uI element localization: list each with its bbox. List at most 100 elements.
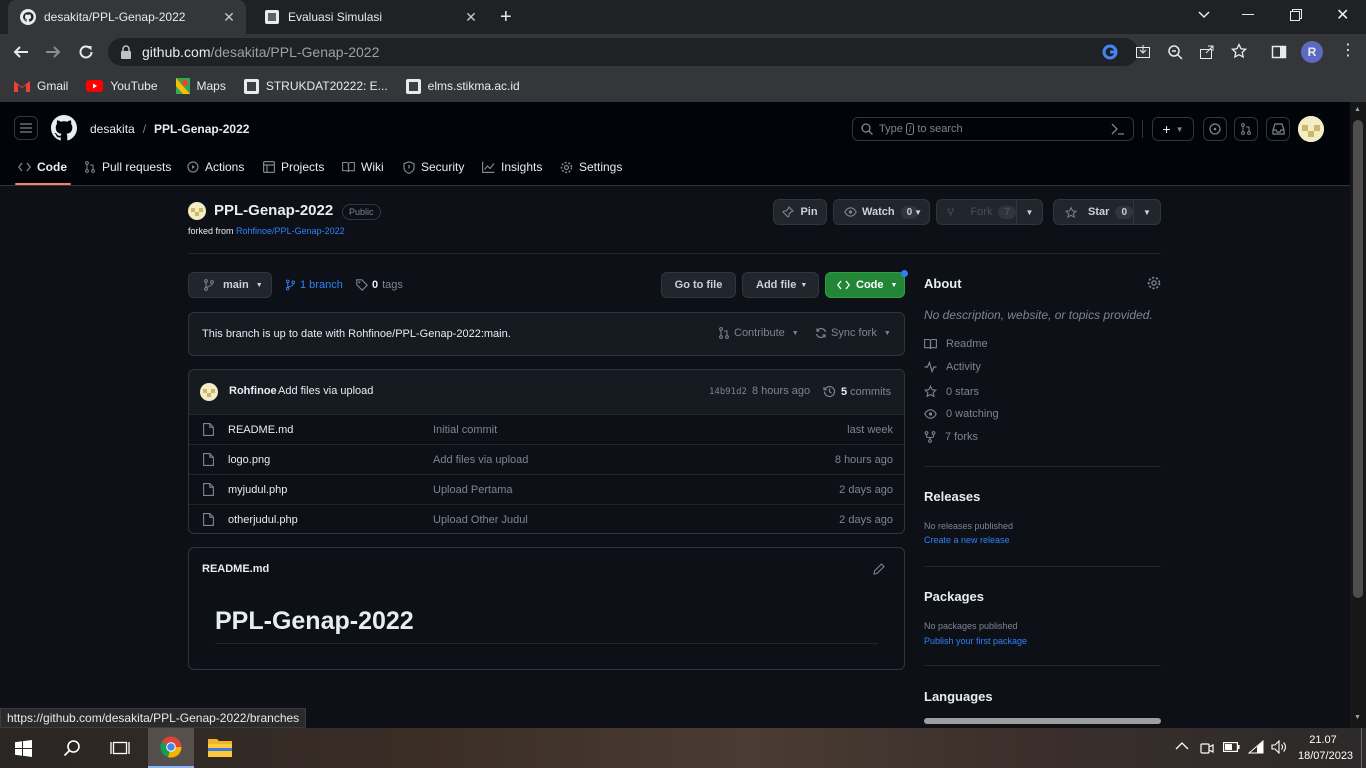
tab-pull-requests[interactable]: Pull requests	[84, 152, 171, 182]
tab-security[interactable]: Security	[403, 152, 464, 182]
inbox-icon[interactable]	[1266, 117, 1290, 141]
user-avatar[interactable]	[1298, 116, 1324, 142]
tab-actions[interactable]: Actions	[187, 152, 244, 182]
about-readme-link[interactable]: Readme	[924, 338, 988, 350]
publish-package-link[interactable]: Publish your first package	[924, 636, 1027, 646]
table-row[interactable]: README.md Initial commit last week	[189, 414, 904, 444]
file-name[interactable]: myjudul.php	[228, 484, 287, 496]
tab-settings[interactable]: Settings	[560, 152, 622, 182]
browser-tab[interactable]: Evaluasi Simulasi ✕	[252, 0, 488, 34]
share-icon[interactable]	[1199, 44, 1215, 60]
show-hidden-icons-icon[interactable]	[1175, 741, 1189, 751]
commit-author-avatar[interactable]	[200, 383, 218, 401]
forked-from-link[interactable]: Rohfinoe/PPL-Genap-2022	[236, 226, 345, 236]
file-name[interactable]: logo.png	[228, 454, 270, 466]
about-activity-link[interactable]: Activity	[924, 361, 981, 373]
star-button[interactable]: Star 0	[1053, 199, 1134, 225]
tab-insights[interactable]: Insights	[482, 152, 542, 182]
commit-sha[interactable]: 14b91d2	[709, 387, 747, 397]
tags-link[interactable]: 0 tags	[356, 279, 403, 291]
go-to-file-button[interactable]: Go to file	[661, 272, 736, 298]
create-new-button[interactable]: + ▼	[1152, 117, 1194, 141]
bookmark-star-icon[interactable]	[1231, 43, 1247, 59]
repo-title[interactable]: PPL-Genap-2022	[214, 202, 333, 219]
tab-search-icon[interactable]	[1196, 6, 1212, 22]
windows-start-icon[interactable]	[15, 740, 32, 757]
commit-author[interactable]: Rohfinoe	[229, 385, 277, 397]
watch-button[interactable]: Watch 0 ▼	[833, 199, 930, 225]
bookmark-elms[interactable]: elms.stikma.ac.id	[405, 78, 520, 94]
file-explorer-icon[interactable]	[208, 737, 232, 757]
breadcrumb-owner[interactable]: desakita	[90, 122, 135, 136]
table-row[interactable]: logo.png Add files via upload 8 hours ag…	[189, 444, 904, 474]
file-commit-message[interactable]: Upload Pertama	[433, 484, 513, 496]
browser-tab-active[interactable]: desakita/PPL-Genap-2022 ✕	[8, 0, 246, 34]
profile-avatar[interactable]: R	[1301, 41, 1323, 63]
page-scrollbar[interactable]: ▲ ▼	[1350, 102, 1366, 728]
breadcrumb-repo[interactable]: PPL-Genap-2022	[154, 122, 249, 136]
close-tab-icon[interactable]: ✕	[464, 10, 478, 24]
battery-icon[interactable]	[1223, 742, 1240, 752]
google-lens-icon[interactable]	[1102, 44, 1118, 60]
commit-message[interactable]: Add files via upload	[278, 385, 373, 397]
forward-icon[interactable]	[44, 43, 62, 61]
minimize-icon[interactable]	[1242, 14, 1254, 15]
tab-projects[interactable]: Projects	[263, 152, 324, 182]
show-desktop-button[interactable]	[1361, 728, 1362, 768]
restore-icon[interactable]	[1290, 9, 1302, 21]
search-input[interactable]: Type / to search	[852, 117, 1134, 141]
about-watching-link[interactable]: 0 watching	[924, 408, 999, 420]
scrollbar-thumb[interactable]	[1353, 120, 1363, 598]
bookmark-gmail[interactable]: Gmail	[14, 79, 68, 93]
file-commit-message[interactable]: Upload Other Judul	[433, 514, 528, 526]
volume-icon[interactable]	[1271, 740, 1288, 754]
file-name[interactable]: README.md	[228, 424, 293, 436]
sync-fork-button[interactable]: Sync fork ▼	[815, 327, 891, 339]
about-stars-link[interactable]: 0 stars	[924, 385, 979, 398]
reload-icon[interactable]	[77, 43, 95, 61]
pull-requests-icon[interactable]	[1234, 117, 1258, 141]
packages-title[interactable]: Packages	[924, 589, 984, 604]
releases-title[interactable]: Releases	[924, 489, 980, 504]
pin-button[interactable]: Pin	[773, 199, 827, 225]
scroll-down-icon[interactable]: ▼	[1354, 714, 1361, 721]
search-icon[interactable]	[63, 739, 81, 757]
chrome-menu-icon[interactable]: ⋮	[1340, 43, 1356, 59]
tab-wiki[interactable]: Wiki	[342, 152, 384, 182]
table-row[interactable]: myjudul.php Upload Pertama 2 days ago	[189, 474, 904, 504]
install-app-icon[interactable]	[1135, 44, 1151, 60]
branches-link[interactable]: 1 branch	[285, 279, 343, 291]
create-release-link[interactable]: Create a new release	[924, 535, 1010, 545]
taskbar-chrome-button[interactable]	[148, 728, 194, 768]
bookmark-strukdat[interactable]: STRUKDAT20222: E...	[243, 78, 388, 94]
fork-button[interactable]: Fork 7	[936, 199, 1017, 225]
clock[interactable]: 21.07 18/07/2023	[1298, 732, 1353, 764]
file-commit-message[interactable]: Add files via upload	[433, 454, 528, 466]
tab-code[interactable]: Code	[18, 152, 67, 182]
back-icon[interactable]	[12, 43, 30, 61]
bookmark-youtube[interactable]: YouTube	[86, 79, 158, 93]
scroll-up-icon[interactable]: ▲	[1354, 106, 1361, 113]
meet-now-icon[interactable]	[1200, 740, 1214, 756]
new-tab-icon[interactable]: +	[500, 7, 512, 27]
table-row[interactable]: otherjudul.php Upload Other Judul 2 days…	[189, 504, 904, 533]
hamburger-menu-icon[interactable]	[14, 116, 38, 140]
gear-icon[interactable]	[1147, 276, 1161, 290]
github-logo-icon[interactable]	[51, 115, 77, 141]
task-view-icon[interactable]	[110, 739, 130, 757]
zoom-icon[interactable]	[1167, 44, 1183, 60]
add-file-button[interactable]: Add file ▼	[742, 272, 819, 298]
commits-link[interactable]: 5 commits	[823, 385, 891, 398]
code-button[interactable]: Code ▼	[825, 272, 905, 298]
file-commit-message[interactable]: Initial commit	[433, 424, 497, 436]
branch-select-button[interactable]: main ▼	[188, 272, 272, 298]
side-panel-icon[interactable]	[1271, 44, 1287, 60]
star-dropdown-button[interactable]: ▼	[1133, 199, 1161, 225]
close-window-icon[interactable]: ✕	[1336, 5, 1349, 25]
bookmark-maps[interactable]: Maps	[175, 78, 226, 94]
command-palette-icon[interactable]	[1111, 123, 1125, 135]
fork-dropdown-button[interactable]: ▼	[1016, 199, 1043, 225]
wifi-icon[interactable]	[1248, 740, 1264, 754]
issues-icon[interactable]	[1203, 117, 1227, 141]
contribute-button[interactable]: Contribute ▼	[718, 327, 799, 339]
